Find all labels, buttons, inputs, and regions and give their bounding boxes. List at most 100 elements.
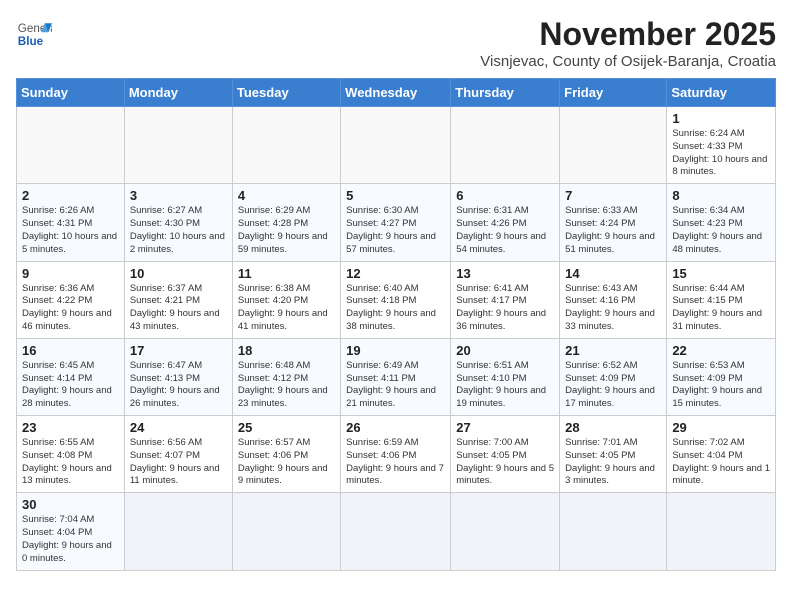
calendar-week-row: 23 Sunrise: 6:55 AM Sunset: 4:08 PM Dayli… (17, 416, 776, 493)
calendar-cell: 12Sunrise: 6:40 AM Sunset: 4:18 PM Dayli… (341, 261, 451, 338)
calendar-cell: 7 Sunrise: 6:33 AM Sunset: 4:24 PM Daylig… (560, 184, 667, 261)
day-info: Sunrise: 6:59 AM Sunset: 4:06 PM Dayligh… (346, 437, 445, 488)
calendar-week-row: 16 Sunrise: 6:45 AM Sunset: 4:14 PM Dayli… (17, 338, 776, 415)
calendar-cell (232, 107, 340, 184)
calendar-cell (560, 493, 667, 570)
calendar-cell (341, 107, 451, 184)
day-info: Sunrise: 6:43 AM Sunset: 4:16 PM Dayligh… (565, 283, 661, 334)
day-info: Sunrise: 6:26 AM Sunset: 4:31 PM Dayligh… (22, 205, 119, 256)
calendar-cell: 9Sunrise: 6:36 AM Sunset: 4:22 PM Daylig… (17, 261, 125, 338)
day-info: Sunrise: 7:01 AM Sunset: 4:05 PM Dayligh… (565, 437, 661, 488)
day-number: 16 (22, 343, 119, 358)
weekday-header: Monday (124, 79, 232, 107)
day-info: Sunrise: 6:56 AM Sunset: 4:07 PM Dayligh… (130, 437, 227, 488)
calendar-cell: 19 Sunrise: 6:49 AM Sunset: 4:11 PM Dayli… (341, 338, 451, 415)
day-number: 29 (672, 420, 770, 435)
calendar-cell (451, 493, 560, 570)
calendar-week-row: 2 Sunrise: 6:26 AM Sunset: 4:31 PM Daylig… (17, 184, 776, 261)
day-number: 6 (456, 188, 554, 203)
calendar-cell: 30 Sunrise: 7:04 AM Sunset: 4:04 PM Dayli… (17, 493, 125, 570)
day-info: Sunrise: 6:34 AM Sunset: 4:23 PM Dayligh… (672, 205, 770, 256)
location-subtitle: Visnjevac, County of Osijek-Baranja, Cro… (480, 53, 776, 70)
day-number: 2 (22, 188, 119, 203)
calendar-cell: 16 Sunrise: 6:45 AM Sunset: 4:14 PM Dayli… (17, 338, 125, 415)
day-number: 12 (346, 266, 445, 281)
day-number: 20 (456, 343, 554, 358)
day-number: 26 (346, 420, 445, 435)
day-number: 8 (672, 188, 770, 203)
weekday-header: Tuesday (232, 79, 340, 107)
day-number: 21 (565, 343, 661, 358)
day-info: Sunrise: 7:00 AM Sunset: 4:05 PM Dayligh… (456, 437, 554, 488)
day-info: Sunrise: 6:44 AM Sunset: 4:15 PM Dayligh… (672, 283, 770, 334)
day-number: 14 (565, 266, 661, 281)
calendar-table: SundayMondayTuesdayWednesdayThursdayFrid… (16, 78, 776, 571)
calendar-cell (341, 493, 451, 570)
day-number: 1 (672, 111, 770, 126)
day-info: Sunrise: 6:31 AM Sunset: 4:26 PM Dayligh… (456, 205, 554, 256)
calendar-cell: 18 Sunrise: 6:48 AM Sunset: 4:12 PM Dayli… (232, 338, 340, 415)
day-info: Sunrise: 7:04 AM Sunset: 4:04 PM Dayligh… (22, 514, 119, 565)
calendar-cell: 15 Sunrise: 6:44 AM Sunset: 4:15 PM Dayli… (667, 261, 776, 338)
day-info: Sunrise: 6:51 AM Sunset: 4:10 PM Dayligh… (456, 360, 554, 411)
day-info: Sunrise: 6:55 AM Sunset: 4:08 PM Dayligh… (22, 437, 119, 488)
day-number: 17 (130, 343, 227, 358)
calendar-cell: 3Sunrise: 6:27 AM Sunset: 4:30 PM Daylig… (124, 184, 232, 261)
calendar-cell: 11 Sunrise: 6:38 AM Sunset: 4:20 PM Dayli… (232, 261, 340, 338)
calendar-cell: 4Sunrise: 6:29 AM Sunset: 4:28 PM Daylig… (232, 184, 340, 261)
weekday-header-row: SundayMondayTuesdayWednesdayThursdayFrid… (17, 79, 776, 107)
calendar-cell: 14 Sunrise: 6:43 AM Sunset: 4:16 PM Dayli… (560, 261, 667, 338)
weekday-header: Wednesday (341, 79, 451, 107)
day-info: Sunrise: 6:47 AM Sunset: 4:13 PM Dayligh… (130, 360, 227, 411)
calendar-week-row: 1 Sunrise: 6:24 AM Sunset: 4:33 PM Daylig… (17, 107, 776, 184)
month-year-title: November 2025 (480, 16, 776, 53)
weekday-header: Friday (560, 79, 667, 107)
calendar-cell: 8 Sunrise: 6:34 AM Sunset: 4:23 PM Daylig… (667, 184, 776, 261)
day-info: Sunrise: 7:02 AM Sunset: 4:04 PM Dayligh… (672, 437, 770, 488)
day-info: Sunrise: 6:36 AM Sunset: 4:22 PM Dayligh… (22, 283, 119, 334)
day-number: 27 (456, 420, 554, 435)
calendar-cell: 28 Sunrise: 7:01 AM Sunset: 4:05 PM Dayli… (560, 416, 667, 493)
day-info: Sunrise: 6:38 AM Sunset: 4:20 PM Dayligh… (238, 283, 335, 334)
calendar-cell: 24Sunrise: 6:56 AM Sunset: 4:07 PM Dayli… (124, 416, 232, 493)
calendar-cell: 23 Sunrise: 6:55 AM Sunset: 4:08 PM Dayli… (17, 416, 125, 493)
day-number: 23 (22, 420, 119, 435)
calendar-cell (17, 107, 125, 184)
calendar-cell: 25Sunrise: 6:57 AM Sunset: 4:06 PM Dayli… (232, 416, 340, 493)
calendar-cell: 26 Sunrise: 6:59 AM Sunset: 4:06 PM Dayli… (341, 416, 451, 493)
day-number: 18 (238, 343, 335, 358)
day-info: Sunrise: 6:33 AM Sunset: 4:24 PM Dayligh… (565, 205, 661, 256)
calendar-cell (560, 107, 667, 184)
logo-icon: General Blue (16, 16, 52, 52)
day-info: Sunrise: 6:24 AM Sunset: 4:33 PM Dayligh… (672, 128, 770, 179)
day-info: Sunrise: 6:30 AM Sunset: 4:27 PM Dayligh… (346, 205, 445, 256)
weekday-header: Thursday (451, 79, 560, 107)
calendar-cell (451, 107, 560, 184)
calendar-cell: 5 Sunrise: 6:30 AM Sunset: 4:27 PM Daylig… (341, 184, 451, 261)
calendar-cell: 10Sunrise: 6:37 AM Sunset: 4:21 PM Dayli… (124, 261, 232, 338)
day-number: 28 (565, 420, 661, 435)
day-number: 30 (22, 497, 119, 512)
calendar-cell: 29 Sunrise: 7:02 AM Sunset: 4:04 PM Dayli… (667, 416, 776, 493)
calendar-cell: 27 Sunrise: 7:00 AM Sunset: 4:05 PM Dayli… (451, 416, 560, 493)
day-number: 15 (672, 266, 770, 281)
day-number: 7 (565, 188, 661, 203)
svg-text:Blue: Blue (18, 35, 44, 48)
calendar-cell: 13Sunrise: 6:41 AM Sunset: 4:17 PM Dayli… (451, 261, 560, 338)
day-number: 25 (238, 420, 335, 435)
day-info: Sunrise: 6:48 AM Sunset: 4:12 PM Dayligh… (238, 360, 335, 411)
weekday-header: Saturday (667, 79, 776, 107)
calendar-cell (124, 493, 232, 570)
day-info: Sunrise: 6:45 AM Sunset: 4:14 PM Dayligh… (22, 360, 119, 411)
day-info: Sunrise: 6:37 AM Sunset: 4:21 PM Dayligh… (130, 283, 227, 334)
calendar-cell: 17 Sunrise: 6:47 AM Sunset: 4:13 PM Dayli… (124, 338, 232, 415)
calendar-cell: 2 Sunrise: 6:26 AM Sunset: 4:31 PM Daylig… (17, 184, 125, 261)
day-info: Sunrise: 6:29 AM Sunset: 4:28 PM Dayligh… (238, 205, 335, 256)
day-number: 5 (346, 188, 445, 203)
weekday-header: Sunday (17, 79, 125, 107)
day-info: Sunrise: 6:49 AM Sunset: 4:11 PM Dayligh… (346, 360, 445, 411)
day-number: 19 (346, 343, 445, 358)
calendar-cell (667, 493, 776, 570)
day-number: 11 (238, 266, 335, 281)
calendar-week-row: 30 Sunrise: 7:04 AM Sunset: 4:04 PM Dayli… (17, 493, 776, 570)
